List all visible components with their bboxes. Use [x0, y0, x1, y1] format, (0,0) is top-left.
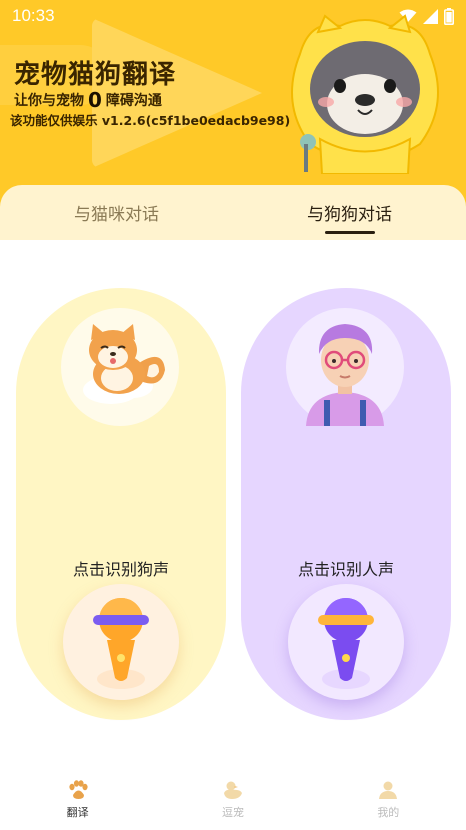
nav-profile[interactable]: 我的 [311, 770, 466, 830]
nav-translate[interactable]: 翻译 [0, 770, 155, 830]
dog-voice-label: 点击识别狗声 [72, 560, 169, 579]
status-time: 10:33 [12, 6, 55, 25]
paw-icon [69, 780, 88, 799]
bottom-navigation: 翻译 逗宠 我的 [0, 770, 466, 830]
tagline-suffix: 障碍沟通 [105, 93, 162, 109]
human-voice-card: 点击识别人声 [241, 288, 451, 720]
duck-icon [223, 781, 242, 799]
shiba-dog-avatar-image [83, 324, 165, 404]
dog-voice-card: 点击识别狗声 [16, 288, 226, 720]
tab-active-indicator [324, 231, 375, 234]
microphone-icon [93, 598, 149, 689]
tagline: 让你与宠物 0 障碍沟通 [14, 88, 162, 112]
tab-cat-chat-label: 与猫咪对话 [74, 205, 159, 225]
dog-mic-button[interactable] [63, 584, 179, 700]
human-voice-label: 点击识别人声 [297, 560, 394, 579]
version-disclaimer: 该功能仅供娱乐 v1.2.6(c5f1be0edacb9e98) [10, 113, 291, 128]
tagline-zero: 0 [88, 88, 102, 112]
nav-translate-label: 翻译 [66, 806, 89, 819]
dog-avatar [61, 308, 179, 426]
nav-profile-label: 我的 [377, 806, 400, 819]
person-avatar-image [306, 324, 384, 426]
tab-bar: 与猫咪对话 与狗狗对话 [0, 185, 466, 240]
user-icon [379, 781, 398, 799]
app-title: 宠物猫狗翻译 [14, 60, 177, 90]
tab-dog-chat-label: 与狗狗对话 [307, 205, 392, 225]
mascot-dog-illustration [291, 14, 439, 174]
human-avatar [286, 308, 404, 426]
nav-play-pet[interactable]: 逗宠 [155, 770, 310, 830]
nav-play-pet-label: 逗宠 [221, 806, 244, 819]
human-mic-button[interactable] [288, 584, 404, 700]
microphone-icon [318, 598, 374, 689]
tab-cat-chat[interactable]: 与猫咪对话 [0, 185, 233, 240]
tagline-prefix: 让你与宠物 [14, 93, 84, 109]
tab-dog-chat[interactable]: 与狗狗对话 [233, 185, 466, 240]
